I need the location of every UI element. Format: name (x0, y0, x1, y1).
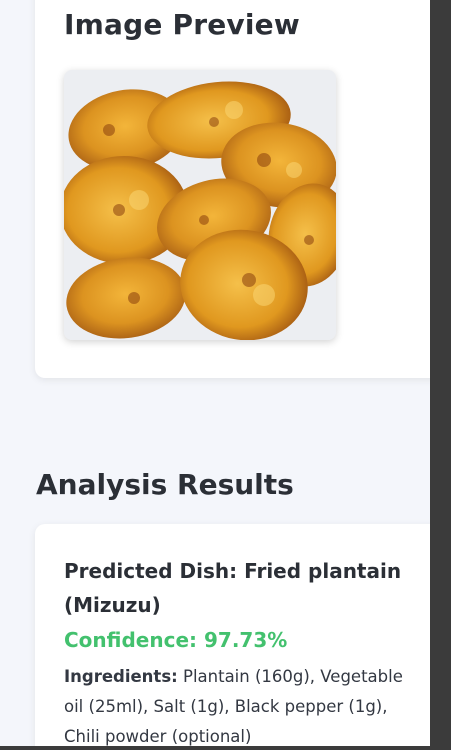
ingredients-label: Ingredients: (64, 667, 178, 686)
confidence-value: 97.73% (203, 628, 288, 652)
analysis-results-title: Analysis Results (36, 468, 294, 501)
analysis-results-card: Predicted Dish: Fried plantain (Mizuzu) … (35, 524, 430, 746)
predicted-dish-label: Predicted Dish: (64, 559, 245, 583)
window-frame-bottom (0, 746, 451, 750)
predicted-dish: Predicted Dish: Fried plantain (Mizuzu) (64, 554, 424, 622)
window-frame-right (430, 0, 451, 750)
image-preview-title: Image Preview (64, 8, 300, 41)
confidence-score: Confidence: 97.73% (64, 628, 287, 652)
uploaded-image-preview (64, 70, 336, 340)
image-preview-card: Image Preview (35, 0, 430, 378)
confidence-label: Confidence: (64, 628, 204, 652)
app-viewport: Image Preview Analysis Results Predicted… (0, 0, 430, 746)
fried-plantain-photo (64, 70, 336, 340)
ingredients-list: Ingredients: Plantain (160g), Vegetable … (64, 662, 424, 746)
